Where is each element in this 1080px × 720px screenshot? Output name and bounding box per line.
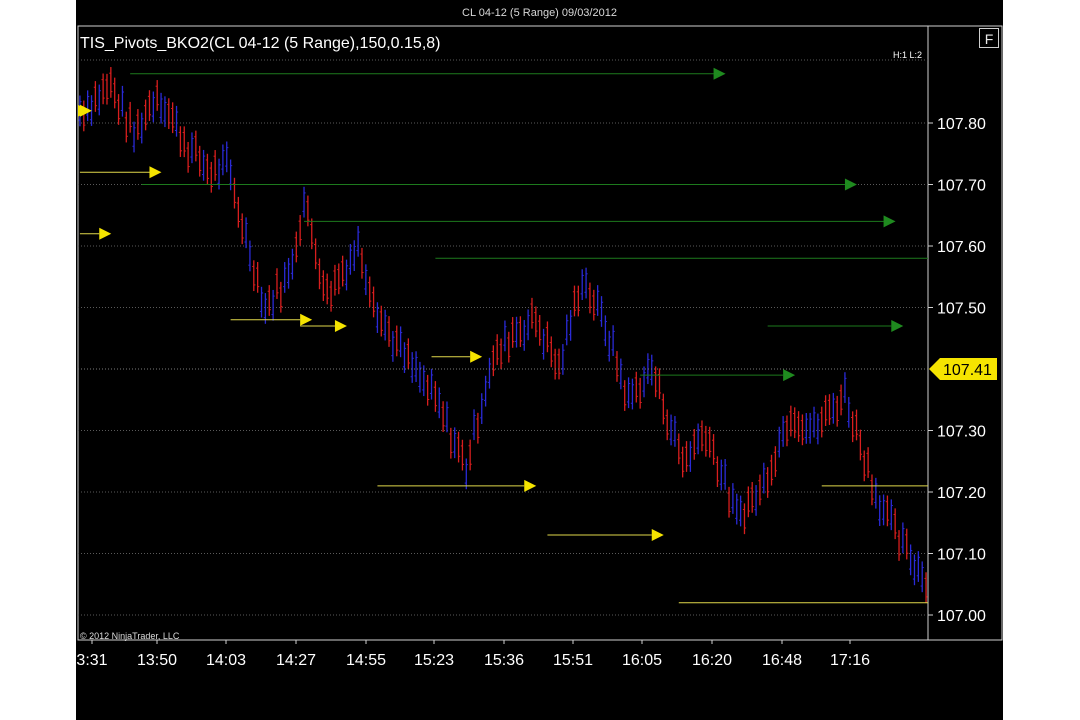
- x-tick-label: 15:23: [414, 652, 454, 669]
- y-tick-label: 107.50: [937, 301, 986, 318]
- y-tick-label: 107.80: [937, 116, 986, 133]
- x-tick-label: 14:03: [206, 652, 246, 669]
- pivot-low-arrow: [651, 529, 664, 542]
- copyright-label: © 2012 NinjaTrader, LLC: [80, 631, 180, 641]
- pivot-high-arrow: [844, 178, 857, 191]
- x-tick-label: 14:55: [346, 652, 386, 669]
- x-tick-label: 16:20: [692, 652, 732, 669]
- x-tick-label: 15:51: [553, 652, 593, 669]
- x-tick-label: 13:50: [137, 652, 177, 669]
- x-tick-label: 17:16: [830, 652, 870, 669]
- pivot-high-arrow: [891, 319, 904, 332]
- pivot-high-arrow: [713, 67, 726, 80]
- plot-frame: [77, 25, 929, 641]
- pivot-high-arrow: [883, 215, 896, 228]
- chart-title: TIS_Pivots_BKO2(CL 04-12 (5 Range),150,0…: [80, 35, 441, 52]
- pivot-low-arrow: [470, 350, 483, 363]
- last-price-label: 107.41: [943, 362, 992, 379]
- pivot-low-arrow: [149, 166, 162, 179]
- y-tick-label: 107.20: [937, 485, 986, 502]
- y-tick-label: 107.70: [937, 178, 986, 195]
- x-tick-label: 15:36: [484, 652, 524, 669]
- y-tick-label: 107.10: [937, 547, 986, 564]
- y-tick-label: 107.60: [937, 239, 986, 256]
- panel-label: H:1 L:2: [893, 50, 922, 60]
- x-tick-label: 14:27: [276, 652, 316, 669]
- x-tick-label: 16:48: [762, 652, 802, 669]
- price-chart[interactable]: 107.80 107.70 107.60 107.50 107.30 107.20 107.…: [0, 0, 1080, 720]
- pivot-low-arrow: [334, 319, 347, 332]
- y-tick-label: 107.30: [937, 424, 986, 441]
- x-tick-label: 16:05: [622, 652, 662, 669]
- pivot-high-arrow: [783, 369, 796, 382]
- f-button[interactable]: F: [979, 28, 999, 48]
- pivot-low-arrow: [524, 479, 537, 492]
- pivot-low-arrow: [300, 313, 313, 326]
- y-tick-label: 107.00: [937, 608, 986, 625]
- pivot-low-arrow: [99, 227, 112, 240]
- x-tick-label: 3:31: [76, 652, 107, 669]
